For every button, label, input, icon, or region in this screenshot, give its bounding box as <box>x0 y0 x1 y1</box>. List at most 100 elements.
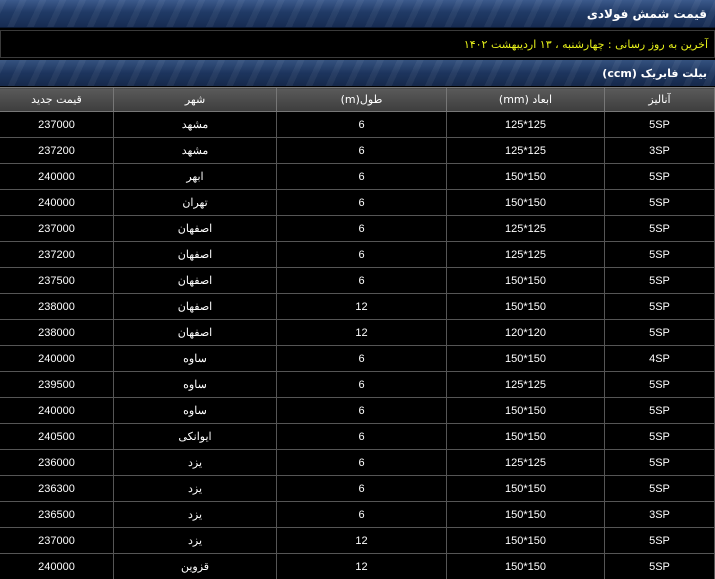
cell-length: 6 <box>276 189 447 216</box>
cell-city: اصفهان <box>113 267 277 294</box>
last-update-bar: آخرین به روز رسانی : چهارشنبه ، ۱۳ اردیب… <box>0 30 715 58</box>
cell-city: مشهد <box>113 111 277 138</box>
cell-dimensions: 150*150 <box>446 345 605 372</box>
last-update-text: آخرین به روز رسانی : چهارشنبه ، ۱۳ اردیب… <box>463 37 708 51</box>
column-header-length: طول(m) <box>276 87 447 112</box>
cell-city: یزد <box>113 475 277 502</box>
cell-price: 240000 <box>0 397 114 424</box>
cell-city: ساوه <box>113 397 277 424</box>
cell-dimensions: 125*125 <box>446 111 605 138</box>
cell-price: 237200 <box>0 241 114 268</box>
cell-length: 6 <box>276 267 447 294</box>
page-title-banner: قیمت شمش فولادی <box>0 0 715 28</box>
table-header-row: آنالیز ابعاد (mm) طول(m) شهر قیمت جدید <box>0 87 715 112</box>
cell-analysis: 5SP <box>604 189 715 216</box>
cell-length: 6 <box>276 345 447 372</box>
cell-dimensions: 150*150 <box>446 475 605 502</box>
column-header-dimensions: ابعاد (mm) <box>446 87 605 112</box>
cell-price: 240500 <box>0 423 114 450</box>
table-row: 5SP 150*150 6 ساوه 240000 <box>0 397 715 424</box>
table-row: 5SP 150*150 6 تهران 240000 <box>0 189 715 216</box>
cell-length: 12 <box>276 527 447 554</box>
cell-analysis: 4SP <box>604 345 715 372</box>
cell-length: 6 <box>276 241 447 268</box>
cell-length: 6 <box>276 501 447 528</box>
cell-price: 237000 <box>0 527 114 554</box>
cell-dimensions: 150*150 <box>446 423 605 450</box>
column-header-analysis: آنالیز <box>604 87 715 112</box>
cell-city: اصفهان <box>113 319 277 346</box>
cell-dimensions: 125*125 <box>446 241 605 268</box>
cell-dimensions: 150*150 <box>446 397 605 424</box>
cell-city: ایوانکی <box>113 423 277 450</box>
cell-price: 237500 <box>0 267 114 294</box>
cell-length: 6 <box>276 137 447 164</box>
table-body: 5SP 125*125 6 مشهد 237000 3SP 125*125 6 مشهد 2372… <box>0 111 715 579</box>
cell-price: 237000 <box>0 111 114 138</box>
cell-city: اصفهان <box>113 215 277 242</box>
cell-price: 236000 <box>0 449 114 476</box>
cell-dimensions: 125*125 <box>446 371 605 398</box>
cell-dimensions: 150*150 <box>446 189 605 216</box>
cell-city: ساوه <box>113 371 277 398</box>
table-row: 5SP 125*125 6 یزد 236000 <box>0 449 715 476</box>
cell-analysis: 5SP <box>604 527 715 554</box>
table-row: 5SP 150*150 6 اصفهان 237500 <box>0 267 715 294</box>
cell-dimensions: 150*150 <box>446 267 605 294</box>
cell-dimensions: 120*120 <box>446 319 605 346</box>
cell-analysis: 5SP <box>604 215 715 242</box>
cell-analysis: 3SP <box>604 137 715 164</box>
cell-price: 238000 <box>0 293 114 320</box>
table-row: 5SP 120*120 12 اصفهان 238000 <box>0 319 715 346</box>
cell-city: قزوین <box>113 553 277 579</box>
page-title: قیمت شمش فولادی <box>586 6 707 21</box>
cell-analysis: 5SP <box>604 111 715 138</box>
cell-price: 237000 <box>0 215 114 242</box>
cell-length: 6 <box>276 371 447 398</box>
table-row: 5SP 125*125 6 اصفهان 237000 <box>0 215 715 242</box>
cell-length: 6 <box>276 449 447 476</box>
table-row: 3SP 125*125 6 مشهد 237200 <box>0 137 715 164</box>
table-row: 5SP 125*125 6 اصفهان 237200 <box>0 241 715 268</box>
cell-length: 6 <box>276 163 447 190</box>
cell-price: 236300 <box>0 475 114 502</box>
section-title: بیلت فابریک (ccm) <box>602 66 707 80</box>
cell-city: اصفهان <box>113 241 277 268</box>
cell-analysis: 5SP <box>604 397 715 424</box>
cell-analysis: 5SP <box>604 293 715 320</box>
section-banner: بیلت فابریک (ccm) <box>0 60 715 86</box>
cell-city: یزد <box>113 527 277 554</box>
table-row: 5SP 125*125 6 مشهد 237000 <box>0 111 715 138</box>
cell-analysis: 5SP <box>604 475 715 502</box>
cell-price: 240000 <box>0 553 114 579</box>
cell-length: 6 <box>276 475 447 502</box>
cell-city: ساوه <box>113 345 277 372</box>
table-row: 5SP 150*150 12 اصفهان 238000 <box>0 293 715 320</box>
cell-analysis: 5SP <box>604 163 715 190</box>
cell-dimensions: 150*150 <box>446 501 605 528</box>
cell-analysis: 5SP <box>604 449 715 476</box>
cell-analysis: 5SP <box>604 423 715 450</box>
cell-price: 240000 <box>0 189 114 216</box>
cell-price: 240000 <box>0 345 114 372</box>
cell-city: ابهر <box>113 163 277 190</box>
table-row: 5SP 150*150 12 یزد 237000 <box>0 527 715 554</box>
table-row: 3SP 150*150 6 یزد 236500 <box>0 501 715 528</box>
cell-length: 6 <box>276 423 447 450</box>
cell-city: مشهد <box>113 137 277 164</box>
table-row: 5SP 125*125 6 ساوه 239500 <box>0 371 715 398</box>
cell-analysis: 5SP <box>604 319 715 346</box>
cell-dimensions: 150*150 <box>446 293 605 320</box>
cell-length: 12 <box>276 553 447 579</box>
table-row: 5SP 150*150 6 ابهر 240000 <box>0 163 715 190</box>
column-header-city: شهر <box>113 87 277 112</box>
cell-price: 236500 <box>0 501 114 528</box>
table-row: 5SP 150*150 12 قزوین 240000 <box>0 553 715 579</box>
cell-dimensions: 150*150 <box>446 163 605 190</box>
cell-analysis: 5SP <box>604 267 715 294</box>
cell-price: 238000 <box>0 319 114 346</box>
cell-analysis: 5SP <box>604 241 715 268</box>
cell-analysis: 5SP <box>604 371 715 398</box>
cell-dimensions: 150*150 <box>446 553 605 579</box>
cell-length: 12 <box>276 319 447 346</box>
